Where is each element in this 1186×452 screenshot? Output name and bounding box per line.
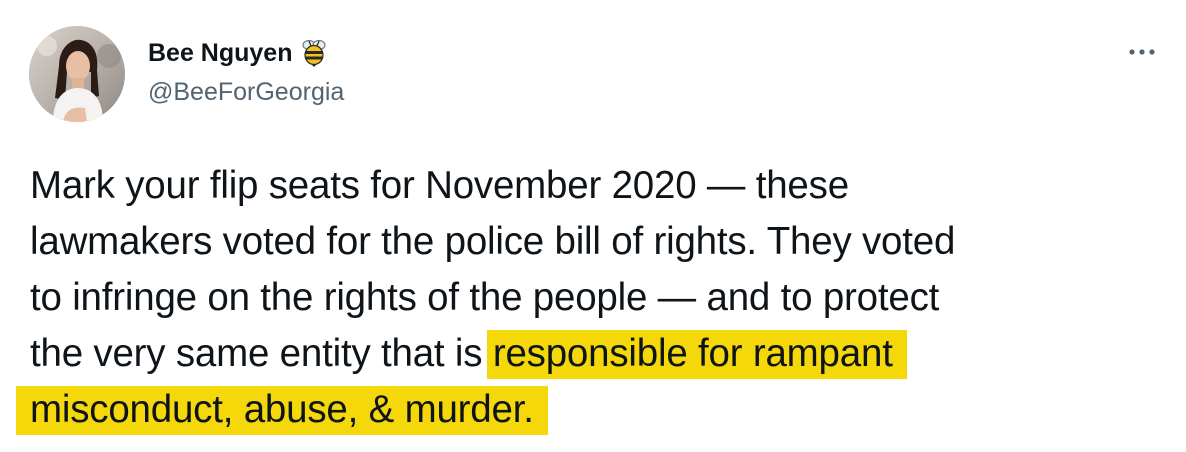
highlighted-text: misconduct, abuse, & murder. [16,386,548,435]
profile-photo [29,26,125,122]
tweet-text-segment: the very same entity that is [30,332,493,375]
tweet-card: Bee Nguyen @BeeForGeorgia Mark your flip… [0,0,1186,452]
tweet-text-line: Mark your flip seats for November 2020 —… [30,164,849,207]
tweet-text-line: lawmakers voted for the police bill of r… [30,220,956,263]
more-options-icon [1129,49,1155,55]
user-handle[interactable]: @BeeForGeorgia [148,78,344,107]
highlighted-text: responsible for rampant [486,330,907,379]
tweet-text: Mark your flip seats for November 2020 —… [16,158,1180,438]
display-name[interactable]: Bee Nguyen [148,39,292,68]
more-options-button[interactable] [1125,40,1159,64]
bee-icon [300,39,328,67]
tweet-text-line: misconduct, abuse, & murder. [16,382,1180,438]
avatar[interactable] [29,26,125,122]
display-name-row: Bee Nguyen [148,36,328,70]
tweet-text-line: the very same entity that is responsible… [30,326,1180,382]
tweet-text-line: to infringe on the rights of the people … [30,276,940,319]
